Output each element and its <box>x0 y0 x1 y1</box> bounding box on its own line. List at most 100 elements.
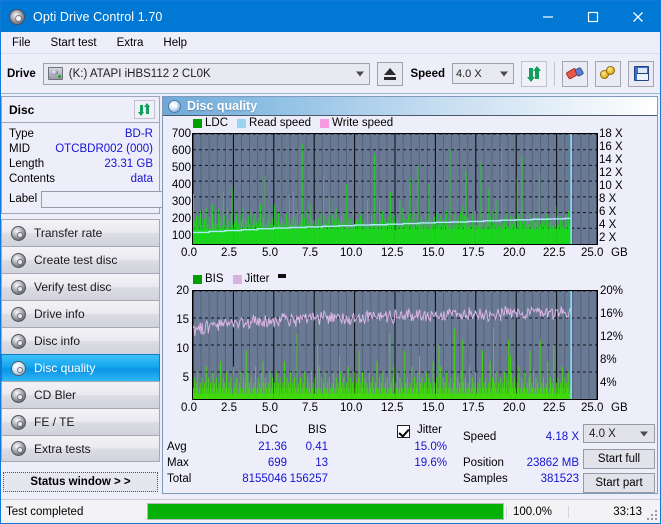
top-xtick-17-5: 17.5 <box>462 247 485 259</box>
disc-icon <box>11 387 26 403</box>
sidebar-item-cd-bler[interactable]: CD Bler <box>1 381 160 408</box>
bottom-ytick-right-16: 16% <box>600 308 624 320</box>
main-body: Disc Type BD-R MID OTCBDR002 (000) Lengt… <box>1 96 660 494</box>
legend-swatch-jitter <box>232 274 242 284</box>
position-stat-value: 23862 MB <box>526 457 579 469</box>
content-panel: Disc quality LDC Read speed Write speed … <box>162 96 658 494</box>
legend-item-bis: BIS <box>193 273 224 285</box>
bottom-ytick-20: 20 <box>176 285 189 297</box>
window-controls <box>525 1 660 32</box>
samples-stat-value: 381523 <box>540 473 579 485</box>
stats-jitter-avg: 15.0% <box>414 441 447 453</box>
top-ytick-right-16x: 16 X <box>599 141 623 153</box>
sidebar-item-label: Create test disc <box>34 253 118 267</box>
status-window-button[interactable]: Status window > > <box>3 472 158 492</box>
disc-icon <box>11 360 26 376</box>
top-ytick-right-2x: 2 X <box>599 232 617 244</box>
bottom-xtick-5: 5.0 <box>262 402 278 414</box>
refresh-icon <box>138 102 152 117</box>
legend-item-write-speed: Write speed <box>320 117 393 129</box>
sidebar-item-disc-info[interactable]: Disc info <box>1 327 160 354</box>
top-xtick-2-5: 2.5 <box>221 247 237 259</box>
top-ytick-right-18x: 18 X <box>599 128 623 140</box>
top-xtick-5: 5.0 <box>262 247 278 259</box>
disc-panel: Disc Type BD-R MID OTCBDR002 (000) Lengt… <box>1 96 250 214</box>
close-icon[interactable] <box>615 1 660 32</box>
jitter-checkbox[interactable] <box>397 425 410 438</box>
start-full-button[interactable]: Start full <box>583 449 655 469</box>
stats-area: LDC BIS Avg Max Total 21.36 699 8155046 … <box>163 421 657 493</box>
top-chart: LDC Read speed Write speed 700 600 500 4… <box>163 116 657 271</box>
resize-grip[interactable] <box>647 510 657 520</box>
sidebar-item-label: FE / TE <box>34 415 75 429</box>
disc-length-value: 23.31 GB <box>104 157 153 170</box>
sidebar-item-disc-quality[interactable]: Disc quality <box>1 354 160 381</box>
sidebar-item-drive-info[interactable]: Drive info <box>1 300 160 327</box>
stats-ldc-avg: 21.36 <box>258 441 287 453</box>
top-ytick-500: 500 <box>171 162 191 174</box>
top-xtick-20: 20.0 <box>503 247 526 259</box>
legend-item-jitter: Jitter <box>232 273 269 285</box>
bottom-ytick-right-12: 12% <box>600 331 624 343</box>
sidebar-item-create-test-disc[interactable]: Create test disc <box>1 246 160 273</box>
eject-button[interactable] <box>377 61 404 86</box>
minimize-icon[interactable] <box>525 1 570 32</box>
bottom-xtick-22-5: 22.5 <box>543 402 566 414</box>
charts-area: LDC Read speed Write speed 700 600 500 4… <box>163 116 657 421</box>
stats-jitter-max: 19.6% <box>414 457 447 469</box>
toolbar-divider <box>554 61 555 86</box>
stats-bis-total: 156257 <box>289 473 328 485</box>
disc-refresh-button[interactable] <box>134 100 155 119</box>
top-xtick-10: 10.0 <box>340 247 363 259</box>
menu-extra[interactable]: Extra <box>114 35 147 51</box>
sidebar-item-transfer-rate[interactable]: Transfer rate <box>1 219 160 246</box>
refresh-icon <box>526 65 542 82</box>
app-disc-icon <box>9 8 25 25</box>
top-plot-area[interactable] <box>192 133 598 245</box>
drive-icon <box>47 67 63 80</box>
sidebar-item-verify-test-disc[interactable]: Verify test disc <box>1 273 160 300</box>
speed-select[interactable]: 4.0 X <box>452 63 514 84</box>
save-button[interactable] <box>628 60 654 87</box>
progress-bar <box>147 503 504 520</box>
start-part-button[interactable]: Start part <box>583 473 655 493</box>
erase-button[interactable] <box>562 60 588 87</box>
menu-file[interactable]: File <box>9 35 34 51</box>
bottom-xaxis-unit: GB <box>611 402 628 414</box>
maximize-icon[interactable] <box>570 1 615 32</box>
top-ytick-right-14x: 14 X <box>599 154 623 166</box>
disc-contents-label: Contents <box>9 172 56 185</box>
bottom-plot-area[interactable] <box>192 290 598 400</box>
sidebar-item-fe-te[interactable]: FE / TE <box>1 408 160 435</box>
legend-swatch-ldc <box>193 118 202 128</box>
disc-icon <box>11 252 26 268</box>
position-stat-label: Position <box>463 457 504 469</box>
top-ytick-200: 200 <box>171 213 191 225</box>
drive-select[interactable]: (K:) ATAPI iHBS112 2 CL0K <box>42 62 371 85</box>
speed-select-value: 4.0 X <box>456 67 482 80</box>
test-speed-select[interactable]: 4.0 X <box>583 424 655 443</box>
disc-icon <box>11 441 26 456</box>
window-titlebar: Opti Drive Control 1.70 <box>1 1 660 32</box>
disc-type-label: Type <box>9 127 34 140</box>
sidebar-item-extra-tests[interactable]: Extra tests <box>1 435 160 462</box>
content-panel-header: Disc quality <box>163 97 657 116</box>
top-ytick-right-4x: 4 X <box>599 219 617 231</box>
disc-length-label: Length <box>9 157 45 170</box>
menu-help[interactable]: Help <box>160 35 190 51</box>
disc-icon <box>11 414 26 430</box>
refresh-button[interactable] <box>521 60 547 87</box>
app-window: Opti Drive Control 1.70 File Start test … <box>0 0 661 524</box>
top-ytick-right-8x: 8 X <box>599 193 617 205</box>
jitter-label: Jitter <box>417 424 442 436</box>
bottom-xtick-10: 10.0 <box>340 402 363 414</box>
speed-stat-label: Speed <box>463 431 497 443</box>
bottom-ytick-5: 5 <box>182 372 189 384</box>
stats-col-ldc: LDC <box>255 424 279 436</box>
top-xtick-15: 15.0 <box>422 247 445 259</box>
menu-start-test[interactable]: Start test <box>48 35 100 51</box>
tools-button[interactable] <box>595 60 621 87</box>
disc-icon <box>11 333 26 349</box>
legend-label-write-speed: Write speed <box>332 117 394 129</box>
bottom-xtick-0: 0.0 <box>181 402 197 414</box>
